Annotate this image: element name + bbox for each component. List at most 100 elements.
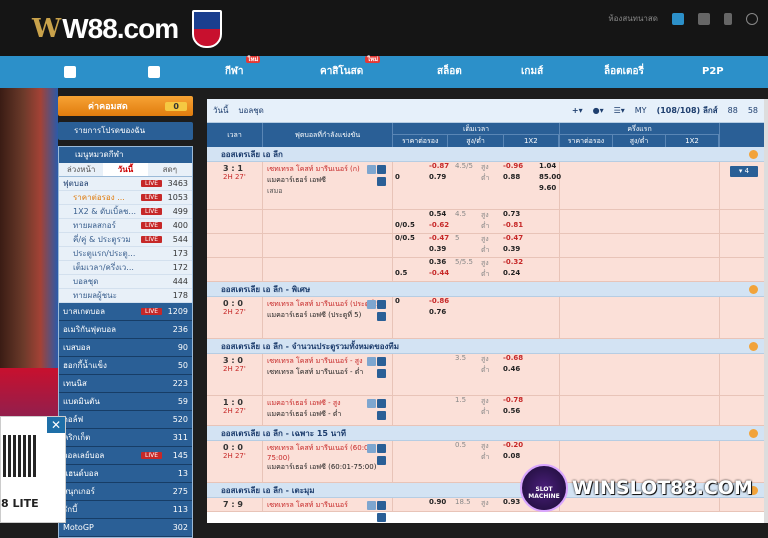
stream-icon[interactable] <box>377 456 386 465</box>
phone-icon[interactable] <box>724 12 732 25</box>
sport-item[interactable]: เต็มเวลา/ครึ่งเว... 172 <box>59 261 192 275</box>
more-markets-button[interactable]: ▾ 4 <box>730 166 758 177</box>
away-team[interactable]: เซทเทรล โคสท์ มารีนเนอร์ - ต่ำ <box>267 367 388 378</box>
refresh-icon[interactable] <box>749 285 758 294</box>
sort-icon[interactable]: ☰▾ <box>614 106 625 115</box>
ou-odds[interactable]: 0.24 <box>503 269 520 277</box>
x12-odds[interactable]: 1.04 <box>539 162 556 170</box>
odds-type-select[interactable]: MY <box>635 106 647 115</box>
away-team[interactable]: แมคอาร์เธอร์ เอฟซี (60:01-75:00) <box>267 462 388 473</box>
handicap-odds[interactable]: -0.62 <box>429 221 449 229</box>
info-icon[interactable]: ●▾ <box>593 106 604 115</box>
sport-item[interactable]: อเมริกันฟุตบอล 236 <box>59 321 192 339</box>
ou-odds[interactable]: 0.73 <box>503 210 520 218</box>
away-team[interactable]: แมคอาร์เธอร์ เอฟซี - ต่ำ <box>267 409 388 420</box>
refresh-count-2[interactable]: 58 <box>748 106 758 115</box>
handicap-odds[interactable]: -0.87 <box>429 162 449 170</box>
brand-logo[interactable]: W W88.com <box>32 10 223 48</box>
away-team[interactable]: แมคอาร์เธอร์ เอฟซี <box>267 175 388 186</box>
sport-item[interactable]: ทายผลสกอร์ LIVE 400 <box>59 219 192 233</box>
sport-item[interactable]: สนุกเกอร์ 275 <box>59 483 192 501</box>
ou-odds[interactable]: -0.20 <box>503 441 523 449</box>
stats-icon[interactable] <box>377 300 386 309</box>
tv-icon[interactable] <box>367 357 376 366</box>
tab-early[interactable]: ล่วงหน้า <box>59 163 103 176</box>
ou-odds[interactable]: 0.93 <box>503 498 520 506</box>
commission-button[interactable]: ค่าคอมสด 0 <box>58 96 193 116</box>
date-filter[interactable]: วันนี้ <box>213 104 228 117</box>
stream-icon[interactable] <box>377 513 386 522</box>
sound-icon[interactable] <box>698 12 710 25</box>
sport-item[interactable]: เทนนิส 223 <box>59 375 192 393</box>
language-icon[interactable] <box>746 12 758 25</box>
refresh-icon[interactable] <box>749 150 758 159</box>
stats-icon[interactable] <box>377 501 386 510</box>
sport-item[interactable]: กอล์ฟ 520 <box>59 411 192 429</box>
handicap-odds[interactable]: 0.79 <box>429 173 446 181</box>
tab-live[interactable]: สดๆ <box>148 163 192 176</box>
sport-item[interactable]: คี่/คู่ & ประตูรวม LIVE 544 <box>59 233 192 247</box>
add-icon[interactable]: +▾ <box>572 106 583 115</box>
ou-odds[interactable]: -0.32 <box>503 258 523 266</box>
close-icon[interactable]: ✕ <box>47 417 65 433</box>
nav-item-3[interactable]: คาสิโนสดใหม่ <box>320 56 381 88</box>
ou-odds[interactable]: 0.08 <box>503 452 520 460</box>
stats-icon[interactable] <box>377 444 386 453</box>
league-header[interactable]: ออสเตรเลีย เอ ลีก - จำนวนประตูรวมทั้งหมด… <box>207 339 764 354</box>
sport-item[interactable]: 1X2 & ดับเบิ้ลช... LIVE 499 <box>59 205 192 219</box>
handicap-odds[interactable]: 0.90 <box>429 498 446 506</box>
sport-item[interactable]: แฮนด์บอล 13 <box>59 465 192 483</box>
x12-odds[interactable]: 9.60 <box>539 184 556 192</box>
ou-odds[interactable]: -0.47 <box>503 234 523 242</box>
tv-icon[interactable] <box>367 300 376 309</box>
nav-item-1[interactable] <box>148 56 160 88</box>
ou-odds[interactable]: 0.46 <box>503 365 520 373</box>
x12-odds[interactable]: 85.00 <box>539 173 561 181</box>
handicap-odds[interactable]: 0.39 <box>429 245 446 253</box>
favorites-header[interactable]: รายการโปรดของฉัน <box>58 122 193 140</box>
handicap-odds[interactable]: -0.86 <box>429 297 449 305</box>
handicap-odds[interactable]: 0.76 <box>429 308 446 316</box>
sport-item[interactable]: คริกเก็ต 311 <box>59 429 192 447</box>
tv-icon[interactable] <box>367 165 376 174</box>
ou-odds[interactable]: 0.88 <box>503 173 520 181</box>
nav-item-0[interactable] <box>64 56 76 88</box>
handicap-odds[interactable]: -0.44 <box>429 269 449 277</box>
refresh-icon[interactable] <box>749 429 758 438</box>
stream-icon[interactable] <box>377 312 386 321</box>
sport-item[interactable]: MotoGP 302 <box>59 519 192 537</box>
nav-item-2[interactable]: กีฬาใหม่ <box>225 56 261 88</box>
sport-item[interactable]: แบดมินตัน 59 <box>59 393 192 411</box>
sport-item[interactable]: รักบี้ 113 <box>59 501 192 519</box>
handicap-odds[interactable]: 0.36 <box>429 258 446 266</box>
nav-item-7[interactable]: P2P <box>702 56 724 88</box>
market-filter[interactable]: บอลชุด <box>238 104 263 117</box>
chat-icon[interactable] <box>672 12 684 25</box>
handicap-odds[interactable]: 0.54 <box>429 210 446 218</box>
away-team[interactable]: แมคอาร์เธอร์ เอฟซี (ประตูที่ 5) <box>267 310 388 321</box>
page-scrollbar[interactable] <box>764 99 768 523</box>
stats-icon[interactable] <box>377 165 386 174</box>
stats-icon[interactable] <box>377 399 386 408</box>
ou-odds[interactable]: -0.68 <box>503 354 523 362</box>
ou-odds[interactable]: -0.96 <box>503 162 523 170</box>
sport-item[interactable]: บอลชุด 444 <box>59 275 192 289</box>
stream-icon[interactable] <box>377 411 386 420</box>
sport-item[interactable]: ทายผลผู้ชนะ 178 <box>59 289 192 303</box>
ou-odds[interactable]: 0.56 <box>503 407 520 415</box>
tab-today[interactable]: วันนี้ <box>103 163 148 176</box>
refresh-count-1[interactable]: 88 <box>728 106 738 115</box>
sport-item[interactable]: บาสเกตบอล LIVE 1209 <box>59 303 192 321</box>
refresh-icon[interactable] <box>749 342 758 351</box>
handicap-odds[interactable]: -0.47 <box>429 234 449 242</box>
sport-item[interactable]: ฟุตบอล LIVE 3463 <box>59 177 192 191</box>
league-header[interactable]: ออสเตรเลีย เอ ลีก - พิเศษ <box>207 282 764 297</box>
ou-odds[interactable]: -0.78 <box>503 396 523 404</box>
stream-icon[interactable] <box>377 177 386 186</box>
sport-item[interactable]: วอลเลย์บอล LIVE 145 <box>59 447 192 465</box>
stream-icon[interactable] <box>377 369 386 378</box>
league-header[interactable]: ออสเตรเลีย เอ ลีก - เฉพาะ 15 นาที <box>207 426 764 441</box>
nav-item-6[interactable]: ล็อตเตอรี่ <box>604 56 644 88</box>
stats-icon[interactable] <box>377 357 386 366</box>
ou-odds[interactable]: -0.81 <box>503 221 523 229</box>
